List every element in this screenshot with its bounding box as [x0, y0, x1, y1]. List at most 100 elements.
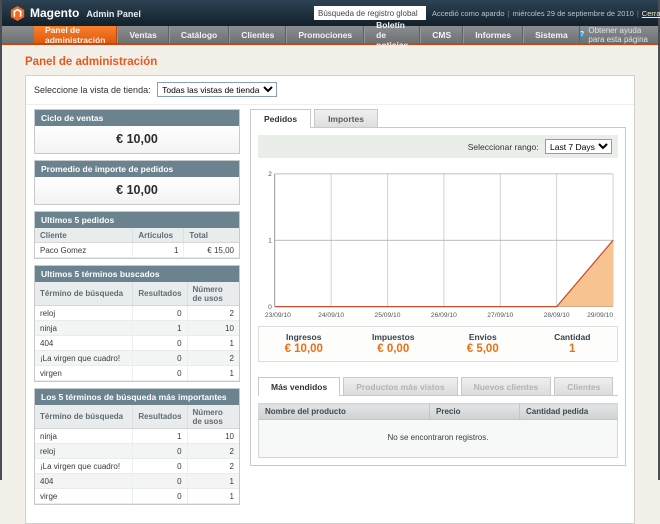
global-search-input[interactable] [314, 6, 426, 20]
magento-logo-icon [10, 6, 25, 21]
box-title: Ultimos 5 pedidos [35, 212, 239, 228]
average-orders-value: € 10,00 [35, 177, 239, 204]
dashboard-columns: Ciclo de ventas € 10,00 Promedio de impo… [26, 105, 634, 523]
average-orders-box: Promedio de importe de pedidos € 10,00 [34, 160, 240, 205]
chart-canvas: 01223/09/1024/09/1025/09/1026/09/1027/09… [259, 167, 617, 319]
svg-text:26/09/10: 26/09/10 [431, 312, 457, 319]
nav-item-panel-de-administracion[interactable]: Panel de administración [34, 26, 117, 43]
table-cell: 0 [133, 459, 187, 474]
table-cell: 404 [35, 336, 133, 351]
nav-item-clientes[interactable]: Clientes [229, 26, 286, 43]
table-row[interactable]: reloj02 [35, 306, 239, 321]
column-header-termino-de-busqueda: Término de búsqueda [35, 405, 133, 429]
help-icon: ? [580, 30, 585, 39]
table-cell: 0 [133, 489, 187, 504]
column-header-numero-de-usos: Número de usos [187, 405, 239, 429]
tab-productos-mas-vistos[interactable]: Productos más vistos [343, 377, 457, 395]
tab-mas-vendidos[interactable]: Más vendidos [258, 377, 340, 396]
table-row[interactable]: ninja110 [35, 429, 239, 444]
table-cell: 1 [187, 489, 239, 504]
table-cell: 10 [187, 321, 239, 336]
main-content: Panel de administración Seleccione la vi… [2, 56, 658, 524]
table-row[interactable]: ¡La virgen que cuadro!02 [35, 351, 239, 366]
nav-item-boletin-de-noticias[interactable]: Boletín de noticias [364, 26, 420, 43]
total-envios: Envios€ 5,00 [438, 332, 528, 355]
brand: Magento Admin Panel [10, 6, 141, 21]
column-header-nombre-del-producto: Nombre del producto [259, 404, 430, 420]
table-cell: 0 [133, 351, 187, 366]
range-select[interactable]: Last 7 Days [545, 139, 612, 154]
table-row[interactable]: virge01 [35, 489, 239, 504]
logout-link[interactable]: Cerrar Sesión [642, 9, 660, 18]
column-header-numero-de-usos: Número de usos [187, 282, 239, 306]
tab-nuevos-clientes[interactable]: Nuevos clientes [461, 377, 552, 395]
svg-text:29/09/10: 29/09/10 [587, 312, 613, 319]
column-header-resultados: Resultados [133, 405, 187, 429]
tab-importes[interactable]: Importes [314, 109, 378, 127]
main-nav: Panel de administraciónVentasCatálogoCli… [2, 26, 658, 43]
column-header-precio: Precio [430, 404, 520, 420]
last-orders-table: ClienteArticulosTotal Paco Gomez1€ 15,00 [35, 228, 239, 258]
help-link[interactable]: ? Obtener ayuda para esta página [580, 26, 658, 43]
table-cell: reloj [35, 444, 133, 459]
svg-text:1: 1 [268, 238, 272, 245]
table-row[interactable]: reloj02 [35, 444, 239, 459]
brand-name: Magento [30, 6, 79, 20]
nav-item-ventas[interactable]: Ventas [117, 26, 168, 43]
table-cell: 2 [187, 444, 239, 459]
total-impuestos: Impuestos€ 0,00 [349, 332, 439, 355]
store-view-select[interactable]: Todas las vistas de tienda [157, 82, 277, 97]
left-column: Ciclo de ventas € 10,00 Promedio de impo… [34, 109, 240, 511]
last-search-terms-table: Término de búsquedaResultadosNúmero de u… [35, 282, 239, 381]
grid-header-row: Nombre del productoPrecioCantidad pedida [259, 404, 618, 420]
table-cell: 2 [187, 351, 239, 366]
store-view-label: Seleccione la vista de tienda: [34, 85, 151, 95]
column-header-termino-de-busqueda: Término de búsqueda [35, 282, 133, 306]
empty-message: No se encontraron registros. [259, 420, 618, 458]
nav-item-catalogo[interactable]: Catálogo [169, 26, 229, 43]
last-orders-box: Ultimos 5 pedidos ClienteArticulosTotal … [34, 211, 240, 259]
lifetime-sales-box: Ciclo de ventas € 10,00 [34, 109, 240, 154]
total-value: 1 [528, 343, 618, 355]
nav-item-promociones[interactable]: Promociones [286, 26, 364, 43]
total-value: € 5,00 [438, 343, 528, 355]
top-search-terms-box: Los 5 términos de búsqueda más important… [34, 388, 240, 505]
table-header-row: Término de búsquedaResultadosNúmero de u… [35, 282, 239, 306]
table-row[interactable]: Paco Gomez1€ 15,00 [35, 243, 239, 258]
separator: | [508, 9, 510, 18]
table-cell: 1 [187, 474, 239, 489]
table-cell: 1 [187, 366, 239, 381]
right-column: PedidosImportes Seleccionar rango: Last … [250, 109, 626, 511]
separator: | [637, 9, 639, 18]
table-cell: ninja [35, 321, 133, 336]
orders-area-chart: 01223/09/1024/09/1025/09/1026/09/1027/09… [259, 167, 617, 319]
svg-text:27/09/10: 27/09/10 [487, 312, 513, 319]
header-bar: Magento Admin Panel Accedió como apardo|… [2, 0, 658, 26]
table-cell: 1 [133, 321, 187, 336]
table-header-row: Término de búsquedaResultadosNúmero de u… [35, 405, 239, 429]
box-title: Ultimos 5 términos buscados [35, 266, 239, 282]
nav-item-informes[interactable]: Informes [463, 26, 523, 43]
nav-item-sistema[interactable]: Sistema [523, 26, 580, 43]
last-search-terms-box: Ultimos 5 términos buscados Término de b… [34, 265, 240, 382]
report-tabs: Más vendidosProductos más vistosNuevos c… [258, 377, 618, 396]
table-row[interactable]: 40401 [35, 474, 239, 489]
empty-row: No se encontraron registros. [259, 420, 618, 458]
column-header-articulos: Articulos [133, 228, 184, 243]
tab-clientes[interactable]: Clientes [554, 377, 613, 395]
svg-text:23/09/10: 23/09/10 [265, 312, 291, 319]
user-info: Accedió como apardo|miércoles 29 de sept… [432, 9, 650, 18]
tab-pedidos[interactable]: Pedidos [250, 109, 311, 128]
table-cell: 1 [187, 336, 239, 351]
table-row[interactable]: ¡La virgen que cuadro!02 [35, 459, 239, 474]
table-cell: 0 [133, 366, 187, 381]
box-title: Ciclo de ventas [35, 110, 239, 126]
table-row[interactable]: 40401 [35, 336, 239, 351]
table-row[interactable]: ninja110 [35, 321, 239, 336]
table-row[interactable]: virgen01 [35, 366, 239, 381]
svg-text:25/09/10: 25/09/10 [375, 312, 401, 319]
table-cell: reloj [35, 306, 133, 321]
table-cell: 2 [187, 459, 239, 474]
nav-item-cms[interactable]: CMS [420, 26, 463, 43]
nav-items: Panel de administraciónVentasCatálogoCli… [34, 26, 580, 43]
